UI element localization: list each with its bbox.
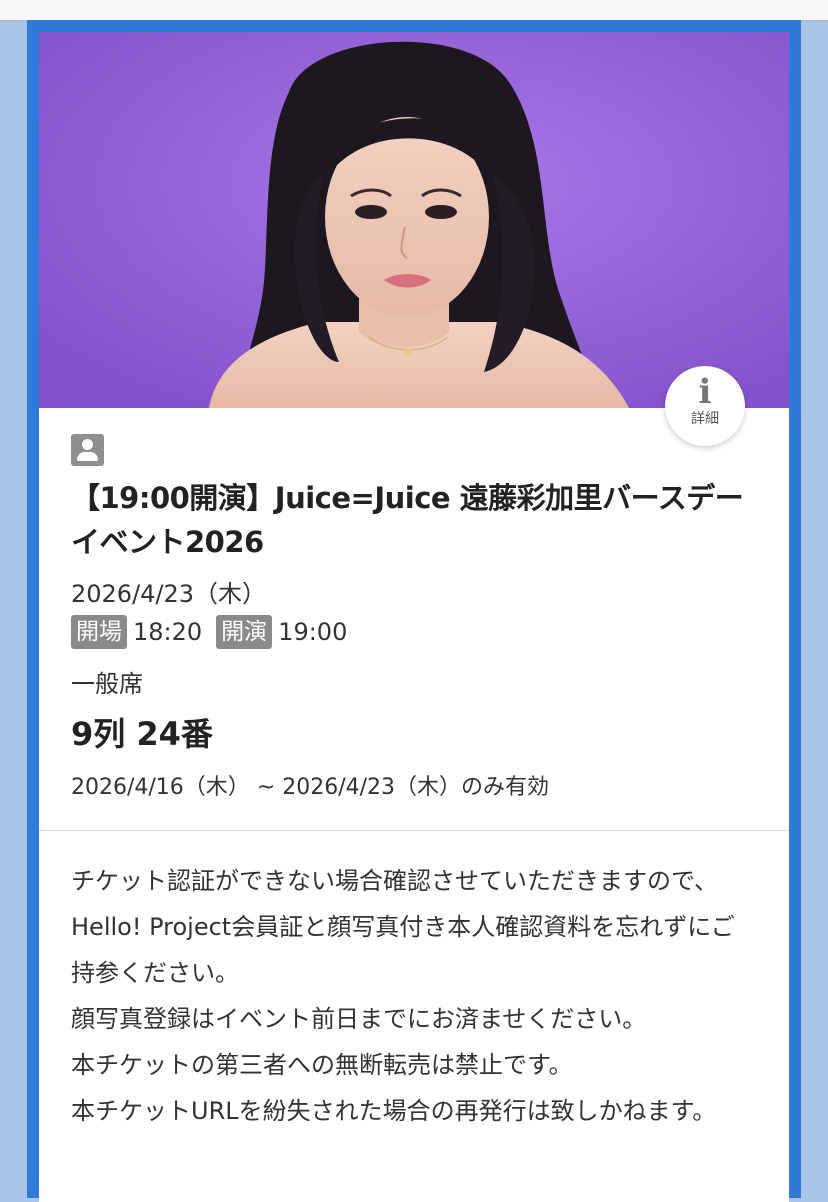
ticket-details: 【19:00開演】Juice=Juice 遠藤彩加里バースデーイベント2026 … [71,434,761,804]
ticket-frame: i 詳細 【19:00開演】Juice=Juice 遠藤彩加里バースデーイベント… [27,20,801,1202]
notice-line: 本チケットの第三者への無断転売は禁止です。 [71,1051,573,1079]
notice-line: 顔写真登録はイベント前日までにお済ませください。 [71,1005,647,1033]
event-title: 【19:00開演】Juice=Juice 遠藤彩加里バースデーイベント2026 [71,481,744,559]
portrait-illustration [39,32,789,408]
notice-line: 本チケットURLを紛失された場合の再発行は致しかねます。 [71,1097,717,1125]
person-icon [71,434,104,466]
seat-number: 9列 24番 [71,715,213,753]
details-label: 詳細 [691,411,719,427]
open-time: 18:20 [133,618,203,646]
notice-line: チケット認証ができない場合確認させていただきますので、Hello! Projec… [71,867,735,987]
event-date: 2026/4/23（木） [71,580,267,608]
top-bar [0,0,828,20]
start-badge: 開演 [216,615,273,649]
open-badge: 開場 [71,615,127,649]
notice-section: チケット認証ができない場合確認させていただきますので、Hello! Projec… [71,858,751,1134]
ticket-card: i 詳細 【19:00開演】Juice=Juice 遠藤彩加里バースデーイベント… [39,32,789,1202]
validity-period: 2026/4/16（木） ~ 2026/4/23（木）のみ有効 [71,775,550,800]
seat-type: 一般席 [71,670,143,698]
start-time: 19:00 [278,618,348,646]
section-divider [39,830,789,831]
info-icon: i [698,372,712,412]
artist-photo [39,32,789,408]
event-times: 開場 18:20 開演 19:00 [71,614,761,650]
